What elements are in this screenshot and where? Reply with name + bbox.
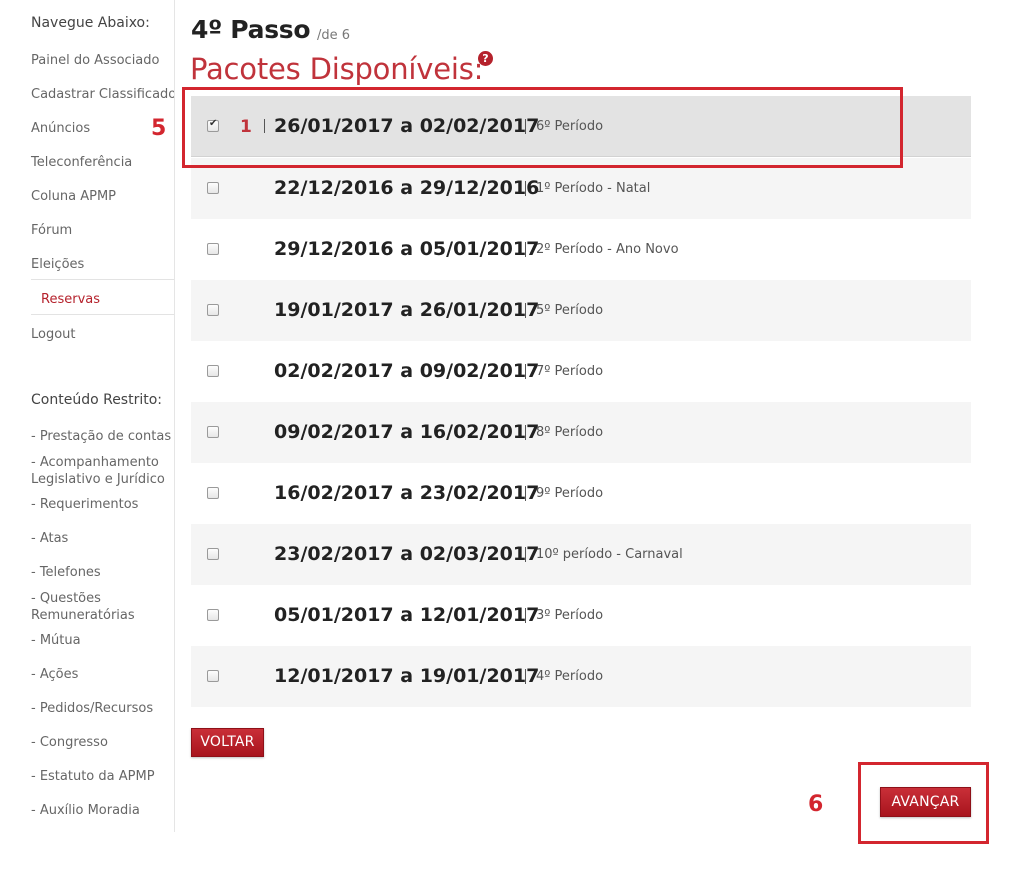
package-row[interactable]: 16/02/2017 a 23/02/2017 9º Período <box>191 463 971 524</box>
restricted-item-questoes[interactable]: - Questões Remuneratórias <box>31 590 135 624</box>
sidebar: Navegue Abaixo: Painel do Associado Cada… <box>0 0 175 832</box>
restricted-item-estatuto[interactable]: - Estatuto da APMP <box>31 768 155 785</box>
step-title: 4º Passo <box>191 15 311 44</box>
package-row[interactable]: 12/01/2017 a 19/01/2017 4º Período <box>191 646 971 707</box>
package-dates: 29/12/2016 a 05/01/2017 <box>274 238 540 260</box>
annotation-label-6: 6 <box>808 792 824 817</box>
sidebar-item-painel[interactable]: Painel do Associado <box>31 52 159 69</box>
package-row[interactable]: 23/02/2017 a 02/03/2017 10º período - Ca… <box>191 524 971 585</box>
package-period: 5º Período <box>536 303 604 318</box>
restricted-item-label: - Acompanhamento <box>31 455 159 470</box>
package-checkbox[interactable] <box>207 548 219 560</box>
package-period: 3º Período <box>536 608 604 623</box>
package-dates: 02/02/2017 a 09/02/2017 <box>274 360 540 382</box>
sidebar-item-forum[interactable]: Fórum <box>31 222 72 239</box>
package-checkbox[interactable] <box>207 243 219 255</box>
separator <box>525 242 526 257</box>
package-dates: 19/01/2017 a 26/01/2017 <box>274 299 540 321</box>
separator <box>525 181 526 196</box>
package-checkbox[interactable] <box>207 426 219 438</box>
sidebar-item-logout[interactable]: Logout <box>31 326 76 343</box>
sidebar-item-cadastrar[interactable]: Cadastrar Classificado <box>31 86 174 103</box>
package-period: 9º Período <box>536 486 604 501</box>
sidebar-divider <box>31 314 174 315</box>
restricted-item-mutua[interactable]: - Mútua <box>31 632 81 649</box>
package-checkbox[interactable] <box>207 304 219 316</box>
restricted-item-label-line2: Remuneratórias <box>31 608 135 623</box>
restricted-heading: Conteúdo Restrito: <box>31 392 163 408</box>
sidebar-item-eleicoes[interactable]: Eleições <box>31 256 84 273</box>
package-row[interactable]: 09/02/2017 a 16/02/2017 8º Período <box>191 402 971 463</box>
separator <box>525 364 526 379</box>
restricted-item-atas[interactable]: - Atas <box>31 530 68 547</box>
package-period: 8º Período <box>536 425 604 440</box>
sidebar-item-coluna[interactable]: Coluna APMP <box>31 188 116 205</box>
annotation-box-selected-package <box>182 87 903 168</box>
separator <box>525 608 526 623</box>
restricted-item-acompanhamento[interactable]: - Acompanhamento Legislativo e Jurídico <box>31 454 165 488</box>
package-dates: 12/01/2017 a 19/01/2017 <box>274 665 540 687</box>
package-row[interactable]: 05/01/2017 a 12/01/2017 3º Período <box>191 585 971 646</box>
step-count: /de 6 <box>317 28 351 43</box>
package-period: 4º Período <box>536 669 604 684</box>
page-title: Pacotes Disponíveis: <box>190 52 484 86</box>
separator <box>525 547 526 562</box>
help-icon[interactable]: ? <box>478 51 493 66</box>
annotation-box-next-button <box>858 762 989 844</box>
annotation-label-5: 5 <box>151 116 167 141</box>
package-checkbox[interactable] <box>207 609 219 621</box>
sidebar-item-teleconferencia[interactable]: Teleconferência <box>31 154 132 171</box>
restricted-item-prestacao[interactable]: - Prestação de contas <box>31 428 171 445</box>
package-row[interactable]: 29/12/2016 a 05/01/2017 2º Período - Ano… <box>191 219 971 280</box>
separator <box>525 303 526 318</box>
package-period: 7º Período <box>536 364 604 379</box>
sidebar-item-reservas[interactable]: Reservas <box>41 291 100 308</box>
package-checkbox[interactable] <box>207 670 219 682</box>
restricted-item-telefones[interactable]: - Telefones <box>31 564 101 581</box>
separator <box>525 669 526 684</box>
package-dates: 05/01/2017 a 12/01/2017 <box>274 604 540 626</box>
package-dates: 16/02/2017 a 23/02/2017 <box>274 482 540 504</box>
package-row[interactable]: 19/01/2017 a 26/01/2017 5º Período <box>191 280 971 341</box>
restricted-item-label: - Questões <box>31 591 101 606</box>
restricted-item-congresso[interactable]: - Congresso <box>31 734 108 751</box>
restricted-item-acoes[interactable]: - Ações <box>31 666 78 683</box>
package-dates: 23/02/2017 a 02/03/2017 <box>274 543 540 565</box>
restricted-item-auxilio[interactable]: - Auxílio Moradia <box>31 802 140 819</box>
package-dates: 22/12/2016 a 29/12/2016 <box>274 177 540 199</box>
separator <box>525 425 526 440</box>
back-button[interactable]: VOLTAR <box>191 728 264 757</box>
restricted-item-label-line2: Legislativo e Jurídico <box>31 472 165 487</box>
package-dates: 09/02/2017 a 16/02/2017 <box>274 421 540 443</box>
package-period: 1º Período - Natal <box>536 181 651 196</box>
sidebar-heading: Navegue Abaixo: <box>31 15 150 31</box>
restricted-item-requerimentos[interactable]: - Requerimentos <box>31 496 138 513</box>
package-period: 2º Período - Ano Novo <box>536 242 679 257</box>
restricted-item-pedidos[interactable]: - Pedidos/Recursos <box>31 700 153 717</box>
sidebar-divider <box>31 279 174 280</box>
package-checkbox[interactable] <box>207 182 219 194</box>
package-checkbox[interactable] <box>207 365 219 377</box>
package-row[interactable]: 02/02/2017 a 09/02/2017 7º Período <box>191 341 971 402</box>
package-period: 10º período - Carnaval <box>536 547 683 562</box>
separator <box>525 486 526 501</box>
package-checkbox[interactable] <box>207 487 219 499</box>
sidebar-item-anuncios[interactable]: Anúncios <box>31 120 90 137</box>
